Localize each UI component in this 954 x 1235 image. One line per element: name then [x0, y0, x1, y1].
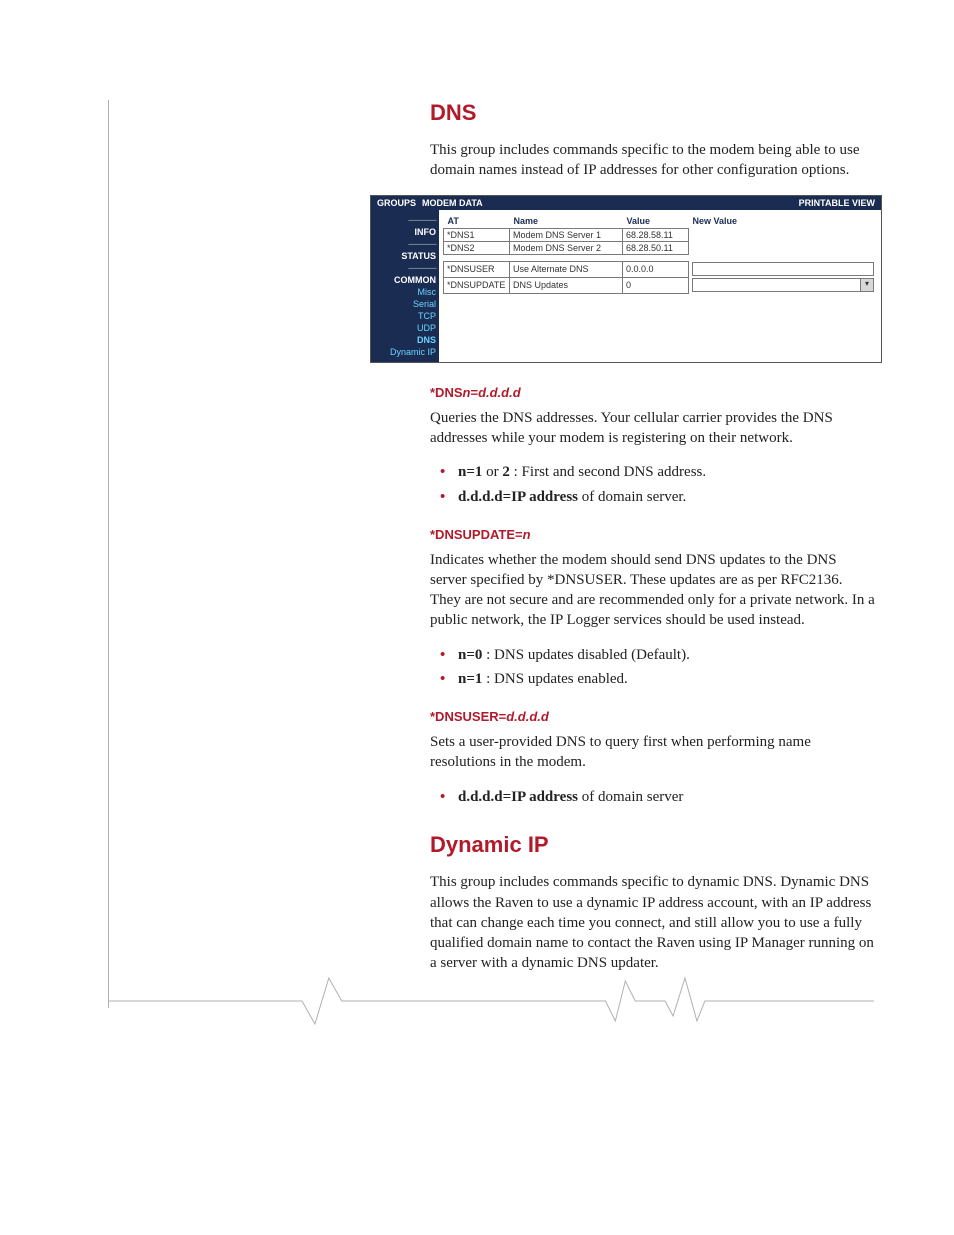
cmd-dns-heading: *DNSn=d.d.d.d	[430, 385, 875, 400]
ui-groups-label: GROUPS	[377, 198, 416, 208]
col-new-value: New Value	[689, 214, 878, 229]
section-heading-dns: DNS	[430, 100, 875, 126]
section-heading-dynamic-ip: Dynamic IP	[430, 832, 875, 858]
sidebar-common[interactable]: COMMON	[374, 274, 436, 286]
table-row: *DNSUPDATE DNS Updates 0 ▾	[444, 277, 878, 293]
sidebar-sep: --------------	[374, 262, 436, 274]
cmd-dns-bullets: n=1 or 2 : First and second DNS address.…	[430, 462, 875, 509]
list-item: d.d.d.d=IP address of domain server	[458, 787, 875, 809]
intro-dns: This group includes commands specific to…	[430, 140, 875, 181]
ui-printable-link[interactable]: PRINTABLE VIEW	[799, 198, 875, 208]
sidebar-serial[interactable]: Serial	[374, 298, 436, 310]
sidebar-dynamic-ip[interactable]: Dynamic IP	[374, 346, 436, 358]
footer-squiggle	[108, 976, 874, 1026]
cmd-dnsuser-bullets: d.d.d.d=IP address of domain server	[430, 787, 875, 809]
ui-modem-data-label: MODEM DATA	[416, 198, 799, 208]
list-item: n=0 : DNS updates disabled (Default).	[458, 645, 875, 667]
col-at: AT	[444, 214, 510, 229]
main-content: DNS This group includes commands specifi…	[430, 100, 875, 974]
list-item: d.d.d.d=IP address of domain server.	[458, 487, 875, 509]
sidebar-udp[interactable]: UDP	[374, 322, 436, 334]
sidebar-sep: --------------	[374, 214, 436, 226]
sidebar-misc[interactable]: Misc	[374, 286, 436, 298]
cmd-dnsuser-heading: *DNSUSER=d.d.d.d	[430, 709, 875, 724]
intro-dynamic-ip: This group includes commands specific to…	[430, 872, 875, 973]
dnsupdate-select[interactable]: ▾	[692, 278, 874, 292]
sidebar-dns[interactable]: DNS	[374, 334, 436, 346]
page-frame-vertical	[108, 100, 109, 1008]
cmd-dns-desc: Queries the DNS addresses. Your cellular…	[430, 408, 875, 449]
cmd-dnsupdate-heading: *DNSUPDATE=n	[430, 527, 875, 542]
table-row: *DNS2 Modem DNS Server 2 68.28.50.11	[444, 241, 878, 254]
sidebar-tcp[interactable]: TCP	[374, 310, 436, 322]
cmd-dnsupdate-desc: Indicates whether the modem should send …	[430, 550, 875, 631]
dnsuser-input[interactable]	[692, 262, 874, 276]
table-row: *DNSUSER Use Alternate DNS 0.0.0.0	[444, 261, 878, 277]
list-item: n=1 : DNS updates enabled.	[458, 669, 875, 691]
list-item: n=1 or 2 : First and second DNS address.	[458, 462, 875, 484]
modem-config-ui: GROUPS MODEM DATA PRINTABLE VIEW -------…	[370, 195, 882, 363]
table-row: *DNS1 Modem DNS Server 1 68.28.58.11	[444, 228, 878, 241]
col-value: Value	[623, 214, 689, 229]
cmd-dnsupdate-bullets: n=0 : DNS updates disabled (Default). n=…	[430, 645, 875, 692]
chevron-down-icon: ▾	[860, 279, 873, 291]
dns-table: AT Name Value New Value *DNS1 Modem DNS …	[443, 214, 877, 294]
sidebar-sep: --------------	[374, 238, 436, 250]
cmd-dnsuser-desc: Sets a user-provided DNS to query first …	[430, 732, 875, 773]
sidebar-info[interactable]: INFO	[374, 226, 436, 238]
sidebar-status[interactable]: STATUS	[374, 250, 436, 262]
ui-sidebar: -------------- INFO -------------- STATU…	[371, 210, 439, 362]
col-name: Name	[510, 214, 623, 229]
